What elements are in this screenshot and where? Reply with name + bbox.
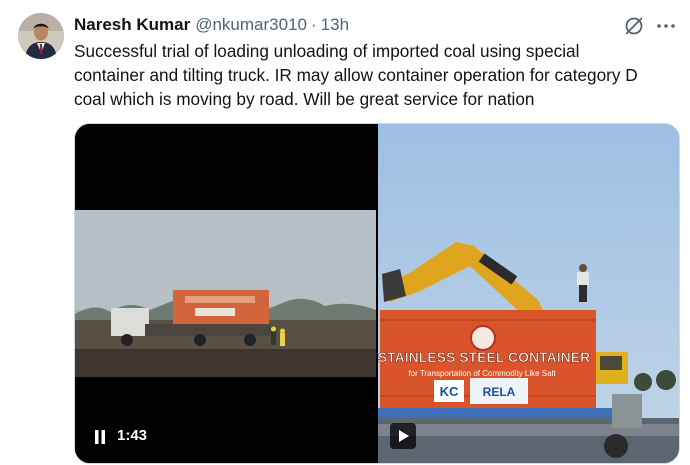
video-left[interactable]: 1:43	[75, 124, 376, 463]
brand-left: KC	[440, 384, 459, 399]
avatar-image	[18, 13, 64, 59]
tweet: Naresh Kumar @nkumar3010 · 13h Successfu…	[0, 0, 690, 465]
video-left-frame	[75, 124, 376, 463]
author-name[interactable]: Naresh Kumar	[74, 15, 190, 35]
container-subtitle: for Transportation of Commodity Like Sal…	[408, 369, 556, 378]
brand-right: RELA	[483, 385, 516, 399]
pause-icon[interactable]	[93, 429, 107, 445]
grok-icon[interactable]	[622, 14, 646, 38]
tweet-time[interactable]: 13h	[321, 15, 349, 35]
video-duration: 1:43	[117, 427, 148, 444]
separator-dot: ·	[310, 15, 317, 34]
container-title: STAINLESS STEEL CONTAINER	[378, 349, 590, 365]
tweet-header: Naresh Kumar @nkumar3010 · 13h	[74, 14, 349, 36]
avatar[interactable]	[18, 13, 64, 59]
play-icon[interactable]	[390, 423, 416, 449]
video-right-frame: STAINLESS STEEL CONTAINER for Transporta…	[378, 124, 679, 463]
author-handle[interactable]: @nkumar3010	[195, 15, 307, 35]
video-right[interactable]: STAINLESS STEEL CONTAINER for Transporta…	[378, 124, 679, 463]
more-icon[interactable]	[654, 14, 678, 38]
tweet-text: Successful trial of loading unloading of…	[74, 41, 638, 109]
media-grid: 1:43 STAINLESS STEEL CONTAINER for Trans…	[74, 123, 680, 464]
